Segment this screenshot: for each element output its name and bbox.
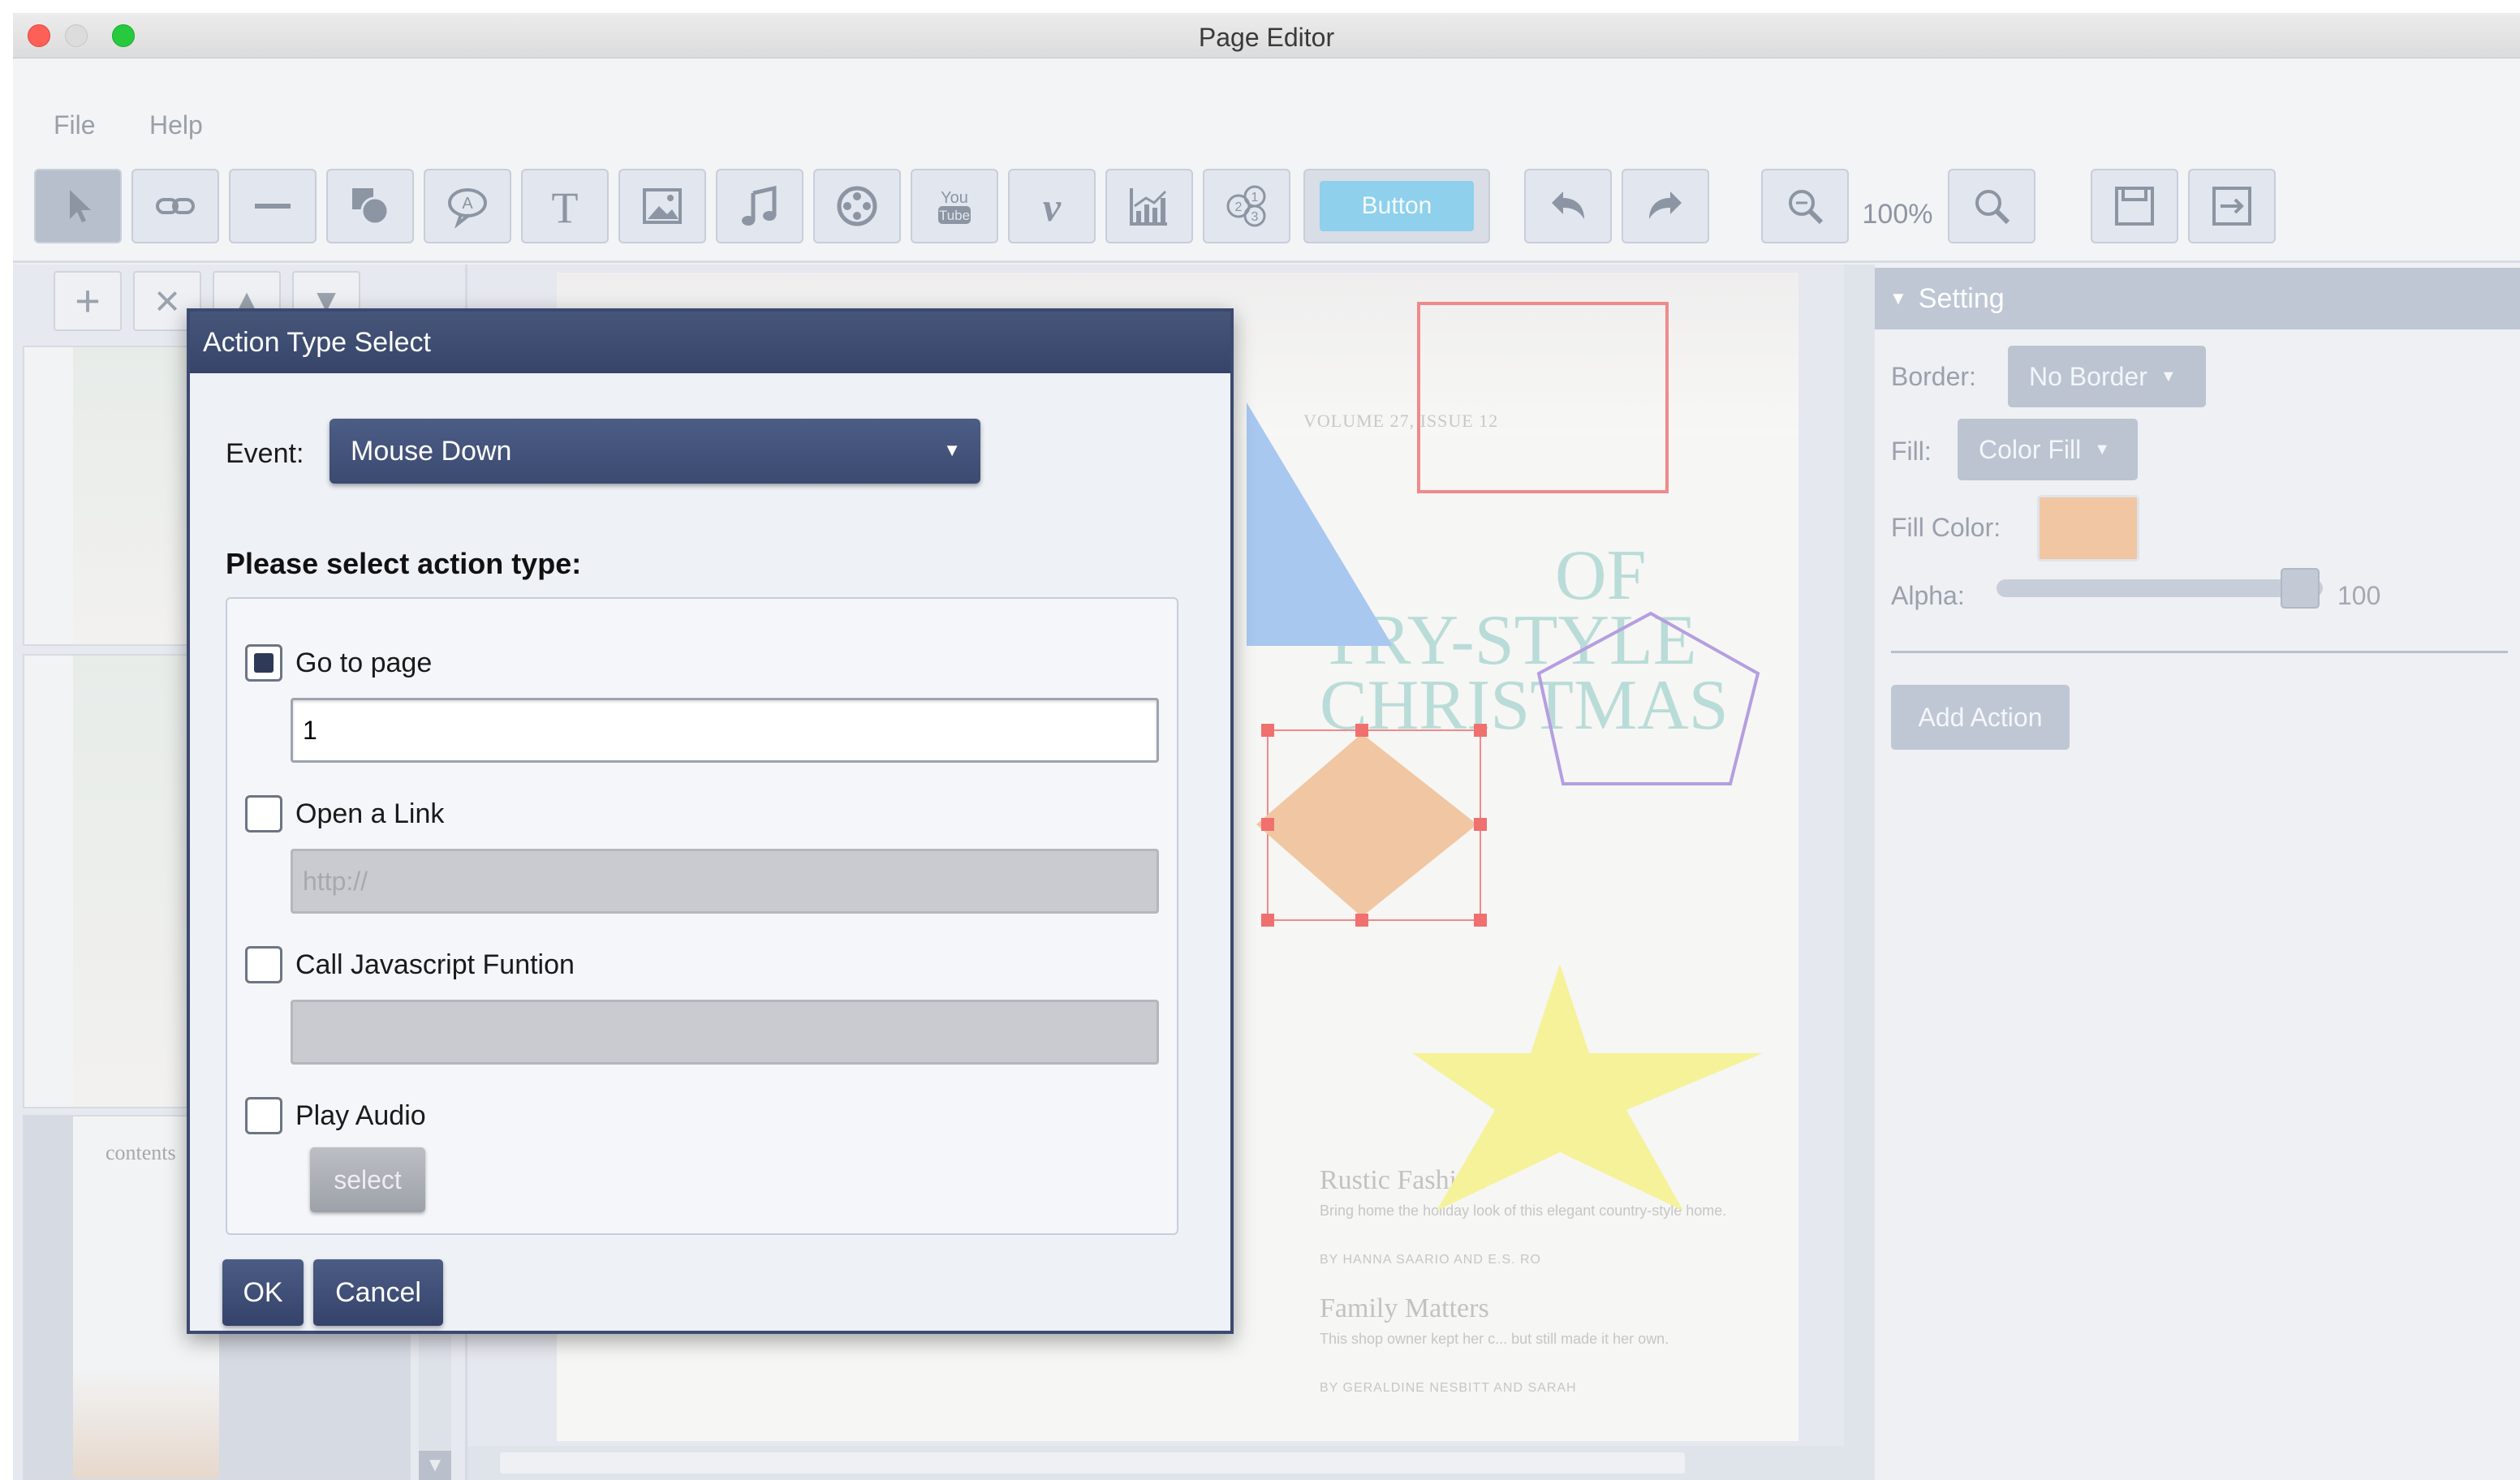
action-options-box: Go to page Open a Link Call Javascript F… — [226, 597, 1178, 1235]
play-audio-checkbox[interactable] — [245, 1097, 282, 1134]
ok-button[interactable]: OK — [222, 1259, 304, 1326]
call-js-label[interactable]: Call Javascript Funtion — [295, 949, 575, 981]
call-js-checkbox[interactable] — [245, 946, 282, 983]
event-dropdown[interactable]: Mouse Down ▼ — [330, 419, 980, 484]
page-editor-window: Page Editor File Help A T You Tube v 2 1… — [13, 13, 2520, 1480]
play-audio-label[interactable]: Play Audio — [295, 1100, 426, 1132]
dialog-title: Action Type Select — [190, 312, 1230, 373]
action-type-prompt: Please select action type: — [226, 547, 582, 580]
call-js-input[interactable] — [291, 1000, 1159, 1065]
event-dropdown-value: Mouse Down — [351, 435, 512, 467]
chevron-down-icon: ▼ — [943, 440, 961, 460]
event-label: Event: — [226, 438, 304, 469]
open-link-input[interactable] — [291, 849, 1159, 914]
cancel-button[interactable]: Cancel — [313, 1259, 443, 1326]
goto-page-checkbox[interactable] — [245, 644, 282, 682]
goto-page-label[interactable]: Go to page — [295, 648, 432, 679]
action-type-dialog: Action Type Select Event: Mouse Down ▼ P… — [187, 308, 1234, 1334]
audio-select-button[interactable]: select — [310, 1147, 425, 1212]
open-link-label[interactable]: Open a Link — [295, 798, 444, 830]
open-link-checkbox[interactable] — [245, 795, 282, 832]
dialog-body: Event: Mouse Down ▼ Please select action… — [190, 373, 1230, 1331]
goto-page-input[interactable] — [291, 698, 1159, 763]
